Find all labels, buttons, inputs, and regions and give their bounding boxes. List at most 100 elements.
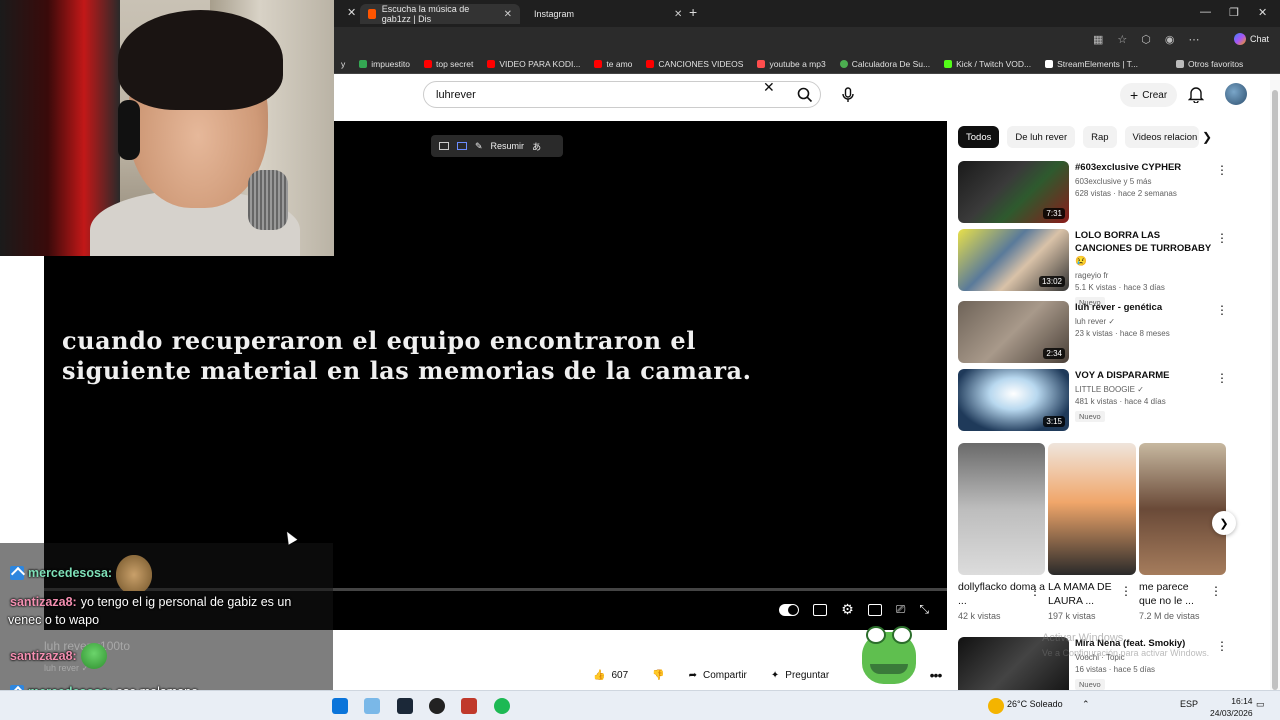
more-options-icon[interactable]: ⋮ (1216, 303, 1228, 317)
create-button[interactable]: + Crear (1120, 83, 1178, 107)
ask-button[interactable]: ✦ Preguntar (762, 662, 838, 688)
bookmark-item[interactable]: Calculadora De Su... (833, 59, 937, 69)
other-favorites[interactable]: Otros favoritos (1169, 59, 1250, 69)
short-thumbnail[interactable] (958, 443, 1045, 575)
language-indicator[interactable]: ESP (1180, 699, 1198, 709)
app-icon[interactable] (461, 698, 477, 714)
bookmark-item[interactable]: y (334, 59, 352, 69)
recommendation-item[interactable]: 13:02 LOLO BORRA LAS CANCIONES DE TURROB… (958, 229, 1238, 308)
chevron-right-icon[interactable]: ❯ (1202, 130, 1212, 144)
chevron-up-icon[interactable]: ⌃ (1082, 699, 1090, 710)
video-thumbnail[interactable]: 2:34 (958, 301, 1069, 363)
chip-related[interactable]: Videos relacion (1124, 126, 1199, 148)
recommendation-item[interactable]: 7:31 #603exclusive CYPHER 603exclusive y… (958, 161, 1238, 223)
more-options-icon[interactable]: ⋮ (1029, 584, 1041, 598)
short-title[interactable]: me parece que no le ... (1139, 580, 1209, 608)
voice-search-button[interactable] (835, 82, 861, 108)
dislike-button[interactable]: 👎 (644, 662, 673, 688)
subtitles-icon[interactable] (813, 603, 828, 616)
recommendation-item[interactable]: Mira Nena (feat. Smokiy) Voochi · Topic … (958, 637, 1238, 690)
short-thumbnail[interactable] (1048, 443, 1136, 575)
minimize-icon[interactable]: — (1200, 6, 1211, 18)
thumbs-down-icon: 👎 (652, 669, 665, 681)
apps-icon[interactable]: ▦ (1093, 33, 1103, 46)
translate-icon[interactable]: あ (532, 140, 541, 153)
star-icon[interactable]: ☆ (1117, 33, 1127, 46)
bookmark-item[interactable]: top secret (417, 59, 480, 69)
video-title[interactable]: VOY A DISPARARME (1075, 369, 1215, 382)
maximize-icon[interactable]: ❐ (1229, 6, 1239, 19)
chip-all[interactable]: Todos (958, 126, 1000, 148)
copilot-chat-button[interactable]: Chat (1234, 33, 1269, 45)
system-clock[interactable]: 16:14 24/03/2026 (1210, 695, 1253, 719)
like-button[interactable]: 👍 607 (585, 662, 637, 688)
bookmark-item[interactable]: youtube a mp3 (750, 59, 832, 69)
more-options-icon[interactable]: ⋮ (1120, 584, 1132, 598)
more-options-icon[interactable]: ⋮ (1216, 231, 1228, 245)
channel-name[interactable]: luh rever ✓ (1075, 317, 1215, 326)
steam-icon[interactable] (397, 698, 413, 714)
tab-soundcloud[interactable]: Escucha la música de gab1zz | Dis ✕ (360, 4, 520, 24)
page-scrollbar[interactable] (1270, 74, 1280, 690)
bookmark-item[interactable]: impuestito (352, 59, 417, 69)
share-button[interactable]: ➦ Compartir (680, 662, 755, 688)
fullscreen-icon[interactable]: ⤡ (919, 602, 929, 617)
video-thumbnail[interactable]: 3:15 (958, 369, 1069, 431)
more-options-icon[interactable]: ⋮ (1210, 584, 1222, 598)
channel-name[interactable]: LITTLE BOOGIE ✓ (1075, 385, 1215, 394)
video-thumbnail[interactable]: 7:31 (958, 161, 1069, 223)
obs-icon[interactable] (429, 698, 445, 714)
video-title[interactable]: luh rever - genética (1075, 301, 1215, 314)
tab-instagram[interactable]: Instagram ✕ (520, 4, 682, 24)
menu-icon[interactable]: ⋯ (1189, 33, 1200, 46)
chip-channel[interactable]: De luh rever (1007, 126, 1076, 148)
video-thumbnail[interactable]: 13:02 (958, 229, 1069, 291)
player-controls: ⚙ ⎚ ⤡ (779, 601, 929, 618)
new-badge: Nuevo (1075, 679, 1105, 690)
bookmark-item[interactable]: VIDEO PARA KODI... (480, 59, 587, 69)
shorts-next-button[interactable]: ❯ (1212, 511, 1236, 535)
recommendation-item[interactable]: 3:15 VOY A DISPARARME LITTLE BOOGIE ✓ 48… (958, 369, 1238, 431)
chip-rap[interactable]: Rap (1083, 126, 1117, 148)
close-icon[interactable]: ✕ (504, 9, 512, 20)
more-options-icon[interactable]: ⋮ (1216, 371, 1228, 385)
browser-icon[interactable] (364, 698, 380, 714)
user-avatar[interactable] (1225, 83, 1247, 105)
search-input[interactable]: luhrever (423, 81, 821, 108)
profile-icon[interactable]: ◉ (1165, 33, 1175, 46)
extension-icon[interactable]: ⬡ (1141, 33, 1151, 46)
window-icon[interactable] (457, 142, 467, 150)
short-thumbnail[interactable] (1139, 443, 1226, 575)
new-tab-button[interactable]: + (689, 4, 697, 20)
video-title[interactable]: #603exclusive CYPHER (1075, 161, 1215, 174)
bookmark-item[interactable]: Kick / Twitch VOD... (937, 59, 1038, 69)
weather-text[interactable]: 26°C Soleado (1007, 699, 1063, 709)
theater-mode-icon[interactable] (867, 603, 882, 616)
scrollbar-thumb[interactable] (1272, 90, 1278, 690)
short-title[interactable]: LA MAMA DE LAURA ... (1048, 580, 1128, 608)
spotify-icon[interactable] (494, 698, 510, 714)
search-button[interactable] (788, 81, 822, 108)
summarize-button[interactable]: Resumir (491, 141, 525, 151)
more-options-icon[interactable]: ⋮ (1216, 639, 1228, 653)
bookmark-item[interactable]: te amo (587, 59, 639, 69)
more-actions-button[interactable]: ••• (921, 662, 950, 688)
close-window-icon[interactable]: ✕ (1258, 6, 1267, 19)
more-options-icon[interactable]: ⋮ (1216, 163, 1228, 177)
pip-icon[interactable] (439, 142, 449, 150)
close-tab-icon[interactable]: ✕ (347, 6, 356, 19)
edge-icon[interactable] (332, 698, 348, 714)
notifications-icon[interactable]: ▭ (1256, 699, 1265, 710)
notifications-bell-icon[interactable] (1188, 85, 1204, 103)
video-thumbnail[interactable] (958, 637, 1069, 690)
video-title[interactable]: LOLO BORRA LAS CANCIONES DE TURROBABY 😢 (1075, 229, 1215, 268)
channel-name[interactable]: 603exclusive y 5 más (1075, 177, 1215, 186)
channel-name[interactable]: rageyio fr (1075, 271, 1215, 280)
cast-icon[interactable]: ⎚ (896, 602, 906, 617)
autoplay-toggle[interactable] (779, 603, 800, 616)
settings-gear-icon[interactable]: ⚙ (841, 601, 854, 618)
close-icon[interactable]: ✕ (674, 9, 682, 20)
bookmark-item[interactable]: CANCIONES VIDEOS (639, 59, 750, 69)
recommendation-item[interactable]: 2:34 luh rever - genética luh rever ✓ 23… (958, 301, 1238, 363)
bookmark-item[interactable]: StreamElements | T... (1038, 59, 1145, 69)
